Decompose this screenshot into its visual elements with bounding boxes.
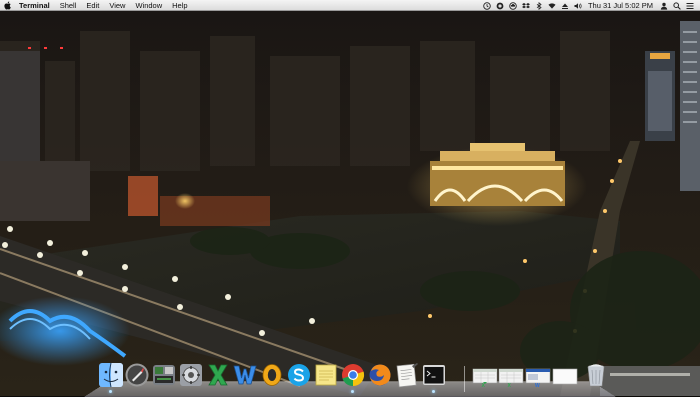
minimized-excel-window[interactable]: X bbox=[472, 362, 498, 388]
volume-icon[interactable] bbox=[574, 2, 582, 10]
minimized-blank-window[interactable] bbox=[552, 362, 578, 388]
menu-help[interactable]: Help bbox=[172, 0, 187, 11]
skype-icon[interactable] bbox=[286, 362, 312, 388]
chrome-running-indicator bbox=[351, 390, 354, 393]
network-utility-icon[interactable] bbox=[178, 362, 204, 388]
dropbox-icon[interactable] bbox=[521, 2, 530, 10]
dock-separator bbox=[464, 366, 465, 392]
minimized-excel-window-2[interactable]: X bbox=[498, 362, 524, 388]
textedit-icon[interactable] bbox=[394, 362, 420, 388]
outlook-icon[interactable] bbox=[259, 362, 285, 388]
eject-icon[interactable] bbox=[561, 2, 569, 10]
clock-sync-icon[interactable] bbox=[496, 2, 504, 10]
wifi-icon[interactable] bbox=[548, 2, 556, 10]
app-menu-terminal[interactable]: Terminal bbox=[19, 0, 50, 11]
stickies-icon[interactable] bbox=[313, 362, 339, 388]
word-icon[interactable] bbox=[232, 362, 258, 388]
time-machine-icon[interactable] bbox=[483, 1, 491, 10]
list-icon[interactable] bbox=[686, 2, 694, 10]
menu-edit[interactable]: Edit bbox=[86, 0, 99, 11]
menubar-clock[interactable]: Thu 31 Jul 5:02 PM bbox=[588, 0, 653, 11]
desktop-wallpaper bbox=[0, 11, 700, 396]
system-preferences-icon[interactable] bbox=[151, 362, 177, 388]
bluetooth-icon[interactable] bbox=[535, 1, 543, 10]
trash-icon[interactable] bbox=[583, 362, 609, 388]
user-icon[interactable] bbox=[660, 2, 668, 10]
terminal-icon[interactable] bbox=[421, 362, 447, 388]
menu-bar: Terminal Shell Edit View Window Help Thu… bbox=[0, 0, 700, 11]
minimized-window[interactable]: W bbox=[525, 362, 551, 388]
svg-text:X: X bbox=[508, 383, 512, 388]
finder-running-indicator bbox=[109, 390, 112, 393]
chrome-icon[interactable] bbox=[340, 362, 366, 388]
menu-shell[interactable]: Shell bbox=[60, 0, 77, 11]
finder-icon[interactable] bbox=[98, 362, 124, 388]
launchpad-icon[interactable] bbox=[124, 362, 150, 388]
terminal-running-indicator bbox=[432, 390, 435, 393]
svg-text:W: W bbox=[535, 383, 540, 388]
menu-view[interactable]: View bbox=[109, 0, 125, 11]
excel-icon[interactable] bbox=[205, 362, 231, 388]
apple-menu-icon[interactable] bbox=[4, 1, 11, 10]
menu-window[interactable]: Window bbox=[135, 0, 162, 11]
cloud-icon[interactable] bbox=[509, 1, 517, 10]
spotlight-icon[interactable] bbox=[673, 1, 681, 10]
firefox-icon[interactable] bbox=[367, 362, 393, 388]
